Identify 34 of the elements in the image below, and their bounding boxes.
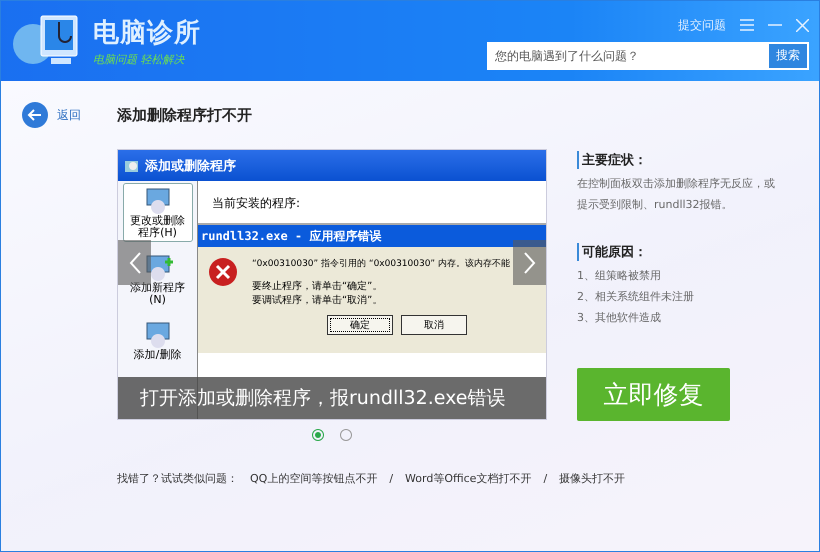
cause-item: 2、相关系统组件未注册 xyxy=(577,289,695,305)
logo-subtitle: 电脑问题 轻松解决 xyxy=(93,52,186,67)
sidebar-item[interactable]: 添加新程序(N) xyxy=(122,250,192,310)
symptoms-heading: 主要症状： xyxy=(577,151,797,169)
back-link[interactable]: 返回 xyxy=(21,101,117,129)
close-icon[interactable] xyxy=(796,18,809,32)
sidebar-item[interactable]: 更改或删除程序(H) xyxy=(122,183,192,242)
search-button[interactable]: 搜索 xyxy=(769,44,807,68)
separator: / xyxy=(389,472,394,485)
dialog-button[interactable]: 取消 xyxy=(401,315,467,335)
causes-heading: 可能原因： xyxy=(577,243,797,261)
cause-item: 1、组策略被禁用 xyxy=(577,268,662,284)
menu-icon[interactable] xyxy=(740,19,754,31)
suggest-label: 找错了？试试类似问题： xyxy=(117,471,238,486)
window-title: 添加或删除程序 xyxy=(118,150,546,181)
cause-item: 3、其他软件造成 xyxy=(577,310,662,326)
suggestion-link[interactable]: 摄像头打不开 xyxy=(559,471,626,486)
symptoms-text: 在控制面板双击添加删除程序无反应，或提示受到限制、rundll32报错。 xyxy=(577,176,776,213)
slide-caption: 打开添加或删除程序，报rundll32.exe错误 xyxy=(118,377,546,419)
error-message: “0x00310030” 指令引用的 “0x00310030” 内存。该内存不能 xyxy=(252,258,510,270)
carousel-dot[interactable] xyxy=(340,429,352,441)
error-instruction: 要调试程序，请单击“取消”。 xyxy=(252,294,384,307)
suggestion-link[interactable]: QQ上的空间等按钮点不开 xyxy=(250,471,378,486)
error-icon xyxy=(208,257,238,287)
dialog-button[interactable]: 确定 xyxy=(327,315,393,335)
search-field[interactable]: 您的电脑遇到了什么问题？ 搜索 xyxy=(487,42,809,70)
dialog-title: rundll32.exe - 应用程序错误 xyxy=(198,225,546,247)
suggestion-link[interactable]: Word等Office文档打不开 xyxy=(405,471,532,486)
separator: / xyxy=(543,472,548,485)
error-instruction: 要终止程序，请单击“确定”。 xyxy=(252,280,384,293)
page-title: 添加删除程序打不开 xyxy=(117,106,252,124)
sidebar-item[interactable]: 添加/删除 xyxy=(122,317,192,365)
logo-title: 电脑诊所 xyxy=(93,17,201,50)
carousel-dot[interactable] xyxy=(312,429,324,441)
